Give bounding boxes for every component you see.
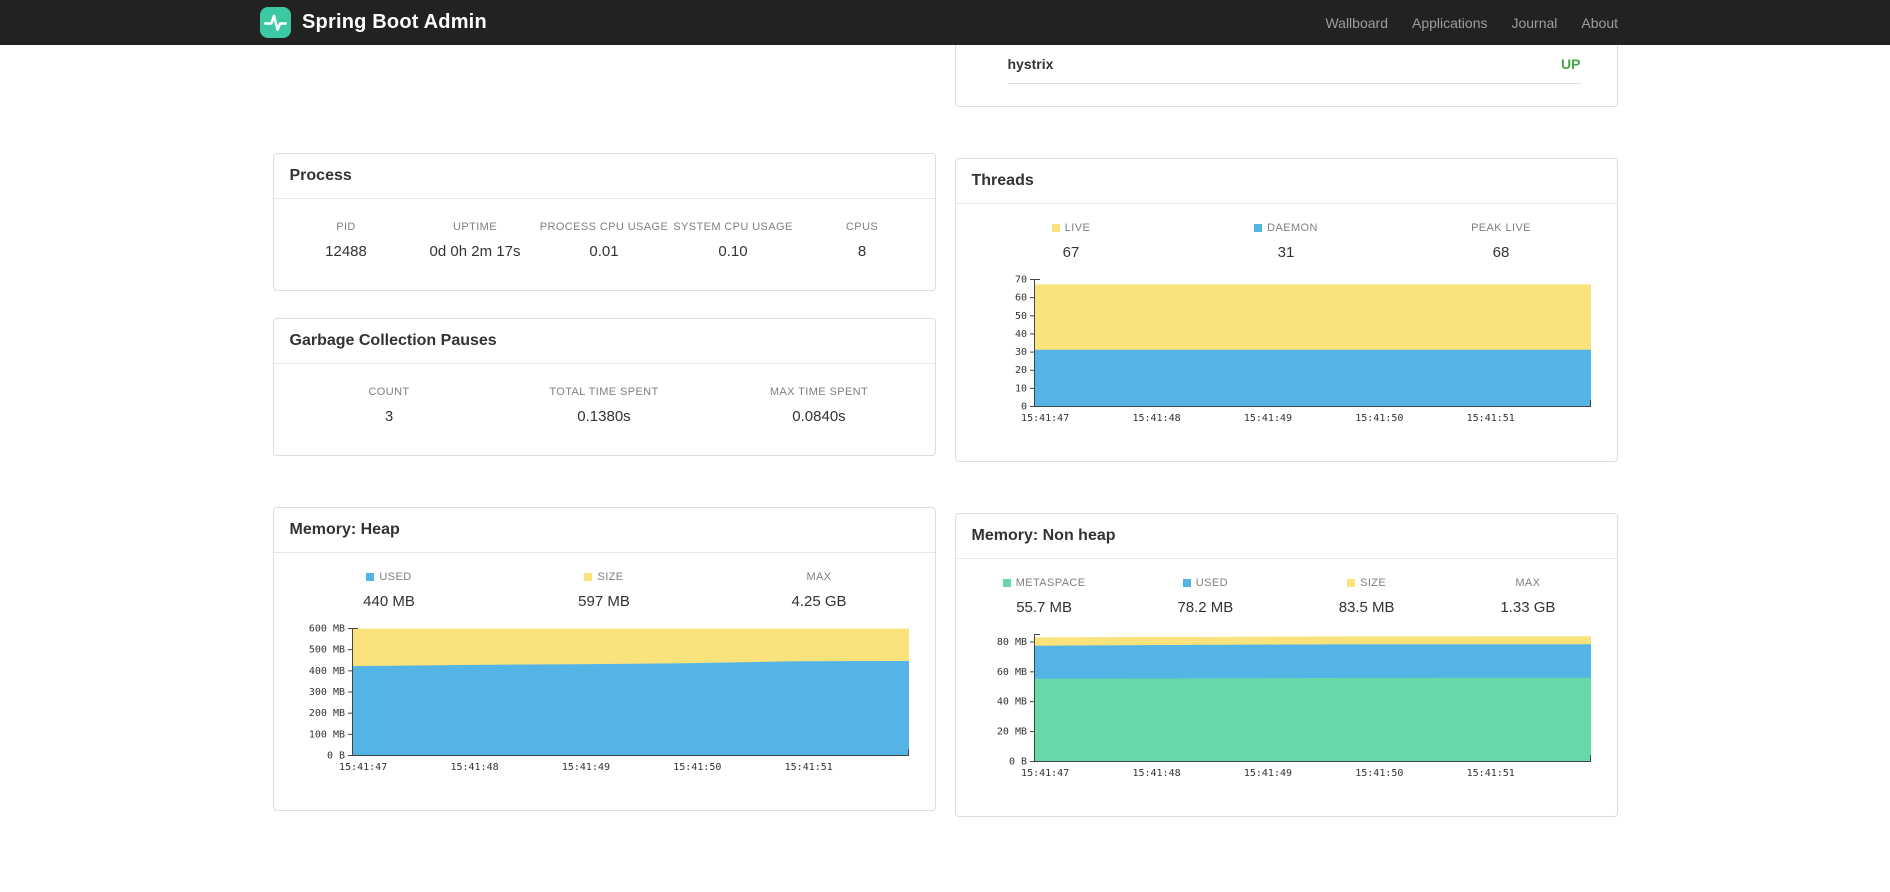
stat-heap-max: MAX 4.25 GB <box>791 571 847 610</box>
process-panel: Process PID 12488 UPTIME 0d 0h 2m 17s PR… <box>272 153 936 291</box>
left-column: Process PID 12488 UPTIME 0d 0h 2m 17s PR… <box>272 45 936 811</box>
svg-text:15:41:49: 15:41:49 <box>1243 413 1291 424</box>
memory-heap-panel: Memory: Heap USED 440 MB SIZE 597 MB MAX… <box>272 507 936 811</box>
stat-nonheap-metaspace: METASPACE 55.7 MB <box>964 577 1125 616</box>
navbar-inner: Spring Boot Admin Wallboard Applications… <box>260 0 1630 45</box>
svg-text:100 MB: 100 MB <box>308 729 344 740</box>
svg-text:70: 70 <box>1014 275 1026 286</box>
svg-text:15:41:47: 15:41:47 <box>339 762 387 773</box>
nonheap-panel-title: Memory: Non heap <box>955 514 1617 559</box>
nonheap-chart-body: METASPACE 55.7 MB USED 78.2 MB SIZE 83.5… <box>956 559 1617 816</box>
stat-nonheap-max: MAX 1.33 GB <box>1500 577 1556 616</box>
stat-process-cpu-usage: PROCESS CPU USAGE 0.01 <box>539 221 669 260</box>
heap-legend: USED 440 MB SIZE 597 MB MAX 4.25 GB <box>274 553 935 620</box>
right-column: hystrix UP Threads LIVE 67 DAEMON 31 PEA… <box>954 45 1618 817</box>
threads-legend: LIVE 67 DAEMON 31 PEAK LIVE 68 <box>956 204 1617 271</box>
svg-text:50: 50 <box>1014 311 1026 322</box>
svg-text:15:41:51: 15:41:51 <box>1466 768 1514 779</box>
memory-nonheap-panel: Memory: Non heap METASPACE 55.7 MB USED … <box>954 513 1618 817</box>
gc-pauses-panel: Garbage Collection Pauses COUNT 3 TOTAL … <box>272 318 936 456</box>
stat-heap-size: SIZE 597 MB <box>578 571 630 610</box>
stat-uptime: UPTIME 0d 0h 2m 17s <box>429 221 521 260</box>
process-stats: PID 12488 UPTIME 0d 0h 2m 17s PROCESS CP… <box>274 199 935 290</box>
svg-text:15:41:49: 15:41:49 <box>1243 768 1291 779</box>
svg-text:500 MB: 500 MB <box>308 645 344 656</box>
svg-text:15:41:48: 15:41:48 <box>450 762 498 773</box>
svg-text:60: 60 <box>1014 293 1026 304</box>
svg-text:10: 10 <box>1014 383 1026 394</box>
svg-text:15:41:47: 15:41:47 <box>1021 768 1069 779</box>
stat-gc-max-time: MAX TIME SPENT 0.0840s <box>769 386 869 425</box>
navbar: Spring Boot Admin Wallboard Applications… <box>0 0 1890 45</box>
nav-item-applications[interactable]: Applications <box>1400 15 1500 31</box>
stat-gc-total-time: TOTAL TIME SPENT 0.1380s <box>549 386 659 425</box>
stat-cpus: CPUS 8 <box>845 221 879 260</box>
svg-text:0 B: 0 B <box>326 751 344 762</box>
svg-text:60 MB: 60 MB <box>996 667 1026 678</box>
svg-text:40 MB: 40 MB <box>996 697 1026 708</box>
svg-text:30: 30 <box>1014 347 1026 358</box>
threads-daemon-swatch <box>1254 224 1263 232</box>
svg-text:15:41:50: 15:41:50 <box>673 762 721 773</box>
pulse-logo-icon <box>260 7 291 38</box>
main-content: Process PID 12488 UPTIME 0d 0h 2m 17s PR… <box>272 45 1618 817</box>
svg-text:20: 20 <box>1014 365 1026 376</box>
svg-text:400 MB: 400 MB <box>308 666 344 677</box>
stat-threads-peak-live: PEAK LIVE 68 <box>1471 222 1531 261</box>
nonheap-size-swatch <box>1347 579 1356 587</box>
health-panel-fragment: hystrix UP <box>954 45 1618 107</box>
threads-panel-title: Threads <box>955 159 1617 204</box>
nav-links: Wallboard Applications Journal About <box>1313 15 1630 31</box>
threads-panel: Threads LIVE 67 DAEMON 31 PEAK LIVE 68 0… <box>954 158 1618 462</box>
svg-text:15:41:48: 15:41:48 <box>1132 413 1180 424</box>
svg-text:200 MB: 200 MB <box>308 708 344 719</box>
svg-text:20 MB: 20 MB <box>996 727 1026 738</box>
stat-heap-used: USED 440 MB <box>363 571 415 610</box>
nav-item-wallboard[interactable]: Wallboard <box>1313 15 1400 31</box>
heap-panel-title: Memory: Heap <box>273 508 935 553</box>
stat-pid: PID 12488 <box>325 221 367 260</box>
svg-text:15:41:49: 15:41:49 <box>561 762 609 773</box>
nav-item-about[interactable]: About <box>1569 15 1630 31</box>
svg-text:15:41:51: 15:41:51 <box>784 762 832 773</box>
svg-text:0 B: 0 B <box>1008 757 1026 768</box>
svg-text:15:41:50: 15:41:50 <box>1355 413 1403 424</box>
stat-system-cpu-usage: SYSTEM CPU USAGE 0.10 <box>673 221 793 260</box>
svg-text:600 MB: 600 MB <box>308 624 344 635</box>
nonheap-metaspace-swatch <box>1002 579 1011 587</box>
brand-title: Spring Boot Admin <box>302 11 487 33</box>
heap-size-swatch <box>584 573 593 581</box>
svg-text:0: 0 <box>1020 402 1026 413</box>
threads-chart-body: LIVE 67 DAEMON 31 PEAK LIVE 68 0 10 20 30 40… <box>956 204 1617 461</box>
heap-chart: 0 B 100 MB 200 MB 300 MB 400 MB 500 MB 600 MB 1… <box>308 624 909 773</box>
nonheap-used-swatch <box>1182 579 1191 587</box>
threads-chart: 0 10 20 30 40 50 60 70 15:41:47 15:41:48 15:41:49 1… <box>1014 275 1591 424</box>
svg-text:15:41:47: 15:41:47 <box>1021 413 1069 424</box>
health-item-name: hystrix <box>1007 56 1054 72</box>
health-row-hystrix: hystrix UP <box>1007 45 1581 84</box>
svg-text:300 MB: 300 MB <box>308 687 344 698</box>
heap-used-swatch <box>366 573 375 581</box>
status-badge: UP <box>1561 56 1581 72</box>
brand[interactable]: Spring Boot Admin <box>260 7 487 38</box>
stat-threads-daemon: DAEMON 31 <box>1179 222 1394 261</box>
stat-gc-count: COUNT 3 <box>368 386 410 425</box>
gc-panel-title: Garbage Collection Pauses <box>273 319 935 364</box>
svg-text:15:41:48: 15:41:48 <box>1132 768 1180 779</box>
svg-text:80 MB: 80 MB <box>996 637 1026 648</box>
nav-item-journal[interactable]: Journal <box>1499 15 1569 31</box>
heap-chart-body: USED 440 MB SIZE 597 MB MAX 4.25 GB 0 B1… <box>274 553 935 810</box>
nonheap-chart: 0 B 20 MB 40 MB 60 MB 80 MB 15:41:47 15:41:48 1… <box>996 634 1591 779</box>
stat-nonheap-size: SIZE 83.5 MB <box>1338 577 1395 616</box>
process-panel-title: Process <box>273 154 935 199</box>
threads-live-swatch <box>1051 224 1060 232</box>
svg-text:40: 40 <box>1014 329 1026 340</box>
nonheap-legend: METASPACE 55.7 MB USED 78.2 MB SIZE 83.5… <box>956 559 1617 626</box>
gc-stats: COUNT 3 TOTAL TIME SPENT 0.1380s MAX TIM… <box>274 364 935 455</box>
svg-text:15:41:50: 15:41:50 <box>1355 768 1403 779</box>
svg-text:15:41:51: 15:41:51 <box>1466 413 1514 424</box>
stat-threads-live: LIVE 67 <box>964 222 1179 261</box>
stat-nonheap-used: USED 78.2 MB <box>1177 577 1234 616</box>
